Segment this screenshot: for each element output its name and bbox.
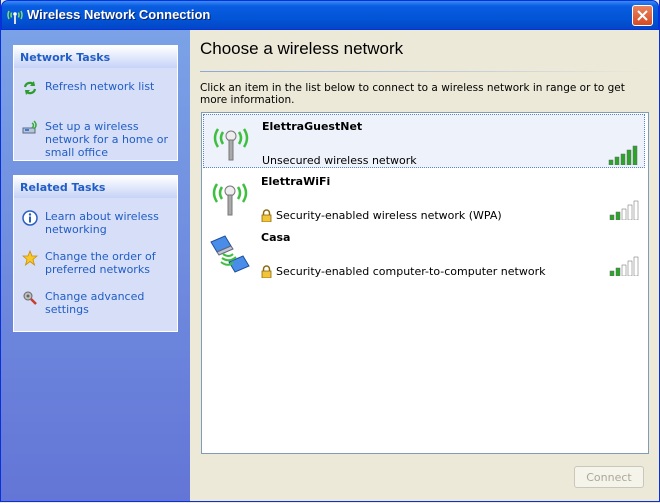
wireless-icon [7, 10, 23, 24]
close-button[interactable] [632, 5, 653, 26]
connect-button[interactable]: Connect [574, 466, 644, 488]
network-item-elettrawifi[interactable]: ElettraWiFi Security-enabled wireless ne… [203, 170, 645, 224]
network-tasks-panel: Network Tasks Refresh network list Set u… [13, 45, 178, 161]
info-icon [22, 210, 38, 226]
signal-strength-icon [609, 200, 639, 220]
instructions-text: Click an item in the list below to conne… [200, 82, 625, 106]
network-name: ElettraGuestNet [262, 120, 363, 133]
task-sidebar: Network Tasks Refresh network list Set u… [1, 30, 190, 501]
network-status-text: Unsecured wireless network [262, 154, 417, 167]
signal-strength-icon [609, 256, 639, 276]
antenna-icon [212, 183, 248, 216]
page-title: Choose a wireless network [200, 39, 404, 58]
network-status-text: Security-enabled wireless network (WPA) [276, 209, 502, 222]
lock-icon [261, 265, 272, 278]
change-advanced-settings-label: Change advanced settings [45, 290, 145, 316]
main-content: Choose a wireless network Click an item … [190, 30, 659, 501]
network-tasks-header: Network Tasks [14, 46, 177, 68]
network-item-casa[interactable]: Casa Security-enabled computer-to-comput… [203, 226, 645, 280]
wireless-network-connection-window: Wireless Network Connection Network Task… [0, 0, 660, 502]
signal-strength-icon [608, 145, 638, 165]
wireless-network-list[interactable]: ElettraGuestNet Unsecured wireless netwo… [201, 112, 649, 454]
refresh-network-list-link[interactable]: Refresh network list [22, 80, 173, 96]
title-divider [200, 71, 650, 72]
network-name: Casa [261, 231, 291, 244]
setup-network-icon [22, 120, 37, 134]
antenna-icon [213, 128, 249, 161]
network-item-elettraguestnet[interactable]: ElettraGuestNet Unsecured wireless netwo… [203, 114, 645, 168]
setup-wireless-network-label: Set up a wireless network for a home or … [45, 120, 168, 159]
network-status-text: Security-enabled computer-to-computer ne… [276, 265, 546, 278]
settings-icon [23, 291, 37, 305]
network-status: Unsecured wireless network [262, 154, 417, 167]
network-status: Security-enabled computer-to-computer ne… [261, 265, 545, 278]
star-icon [22, 250, 38, 266]
setup-wireless-network-link[interactable]: Set up a wireless network for a home or … [22, 120, 173, 159]
related-tasks-header: Related Tasks [14, 176, 177, 198]
window-title: Wireless Network Connection [27, 7, 211, 22]
change-order-preferred-networks-link[interactable]: Change the order of preferred networks [22, 250, 173, 276]
learn-wireless-networking-label: Learn about wireless networking [45, 210, 159, 236]
related-tasks-panel: Related Tasks Learn about wireless netwo… [13, 175, 178, 332]
change-advanced-settings-link[interactable]: Change advanced settings [22, 290, 173, 316]
refresh-icon [23, 81, 37, 95]
computer-to-computer-icon [210, 235, 250, 273]
lock-icon [261, 209, 272, 222]
close-icon [637, 10, 648, 21]
network-status: Security-enabled wireless network (WPA) [261, 209, 502, 222]
learn-wireless-networking-link[interactable]: Learn about wireless networking [22, 210, 173, 236]
title-bar[interactable]: Wireless Network Connection [1, 0, 659, 30]
network-name: ElettraWiFi [261, 175, 331, 188]
refresh-network-list-label: Refresh network list [45, 80, 155, 93]
change-order-preferred-networks-label: Change the order of preferred networks [45, 250, 156, 276]
